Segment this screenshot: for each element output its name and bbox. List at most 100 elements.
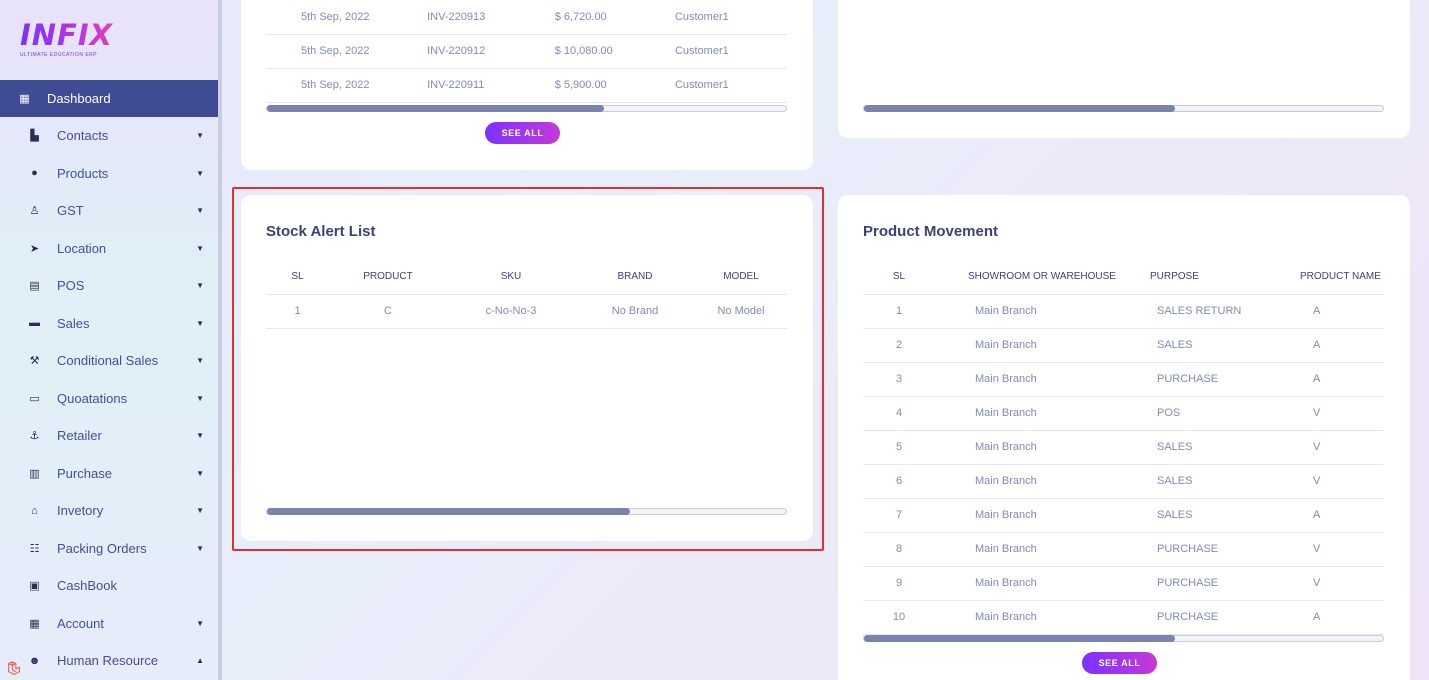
- sidebar-item-pos[interactable]: ▤ POS ▼: [0, 267, 218, 305]
- stock-alert-cell-model: No Model: [717, 305, 765, 317]
- sidebar-item-retailer[interactable]: ⚓ Retailer ▼: [0, 417, 218, 455]
- table-row[interactable]: 2 Main Branch SALES A: [863, 328, 1384, 362]
- top-right-scrollbar[interactable]: [863, 105, 1384, 112]
- table-row[interactable]: 5th Sep, 2022 INV-220912 $ 10,080.00 Custom…: [266, 34, 787, 68]
- invoice-cell-date: 5th Sep, 2022: [301, 10, 370, 23]
- product-movement-col-header[interactable]: PRODUCT NAME: [1280, 260, 1384, 294]
- sidebar-item-conditional-sales[interactable]: ⚒ Conditional Sales ▼: [0, 342, 218, 380]
- sidebar-item-label: Retailer: [57, 428, 102, 444]
- top-right-card: [838, 0, 1410, 138]
- table-row[interactable]: 5th Sep, 2022 INV-220911 $ 5,900.00 Custome…: [266, 68, 787, 102]
- sidebar-item-contacts[interactable]: ▙ Contacts ▼: [0, 117, 218, 155]
- table-row[interactable]: 1 Cc-No-No-3 No Brand No Model: [266, 294, 787, 328]
- product-movement-cell-showroom: Main Branch: [975, 407, 1037, 419]
- table-row[interactable]: 8 Main Branch PURCHASE V: [863, 532, 1384, 566]
- table-row[interactable]: 10 Main Branch PURCHASE A: [863, 600, 1384, 634]
- caret-down-icon: ▼: [196, 506, 204, 516]
- product-movement-cell-sl: 4: [895, 407, 903, 419]
- product-movement-cell-purpose: SALES: [1157, 339, 1193, 351]
- product-movement-col-header[interactable]: SHOWROOM OR WAREHOUSE: [935, 260, 1140, 294]
- user-tie-icon: ♙: [29, 205, 40, 218]
- caret-down-icon: ▼: [196, 318, 204, 328]
- invoice-cell-amount: $ 10,080.00: [554, 45, 613, 57]
- caret-down-icon: ▼: [196, 243, 204, 253]
- table-row[interactable]: 9 Main Branch PURCHASE V: [863, 566, 1384, 600]
- product-movement-cell-sl: 1: [895, 305, 903, 317]
- laptop-icon: ▭: [29, 392, 40, 405]
- inbox-icon: ▬: [29, 317, 40, 330]
- product-movement-cell-product: V: [1313, 543, 1321, 555]
- product-movement-cell-purpose: PURCHASE: [1157, 577, 1219, 589]
- stock-alert-col-header[interactable]: MODEL: [695, 260, 787, 294]
- stock-alert-col-header[interactable]: SL: [266, 260, 329, 294]
- product-movement-cell-sl: 2: [895, 339, 903, 351]
- sidebar-item-cashbook[interactable]: ▣ CashBook: [0, 567, 218, 605]
- stock-alert-scrollbar-thumb[interactable]: [267, 508, 631, 515]
- caret-down-icon: ▼: [196, 468, 204, 478]
- product-movement-cell-showroom: Main Branch: [975, 339, 1037, 351]
- sidebar-item-gst[interactable]: ♙ GST ▼: [0, 192, 218, 230]
- product-movement-cell-showroom: Main Branch: [975, 305, 1037, 317]
- sidebar-item-invetory[interactable]: ⌂ Invetory ▼: [0, 492, 218, 530]
- table-row[interactable]: 4 Main Branch POS V: [863, 396, 1384, 430]
- table-row[interactable]: 5 Main Branch SALES V: [863, 430, 1384, 464]
- invoice-table: 5th Sep, 2022 INV-220913 $ 6,720.00 Custome…: [266, 0, 787, 103]
- product-movement-cell-showroom: Main Branch: [975, 577, 1037, 589]
- product-movement-col-header[interactable]: PURPOSE: [1140, 260, 1280, 294]
- logo-text: INFIX: [20, 20, 140, 50]
- sidebar-item-packing-orders[interactable]: ☷ Packing Orders ▼: [0, 530, 218, 568]
- invoice-see-all-button[interactable]: SEE ALL: [485, 122, 560, 144]
- caret-down-icon: ▼: [196, 543, 204, 553]
- caret-down-icon: ▼: [196, 281, 204, 291]
- sidebar-item-label: Dashboard: [47, 91, 111, 106]
- sidebar-item-label: Conditional Sales: [57, 353, 159, 369]
- table-row[interactable]: 6 Main Branch SALES V: [863, 464, 1384, 498]
- cash-register-icon: ▤: [29, 280, 40, 293]
- top-right-scrollbar-thumb[interactable]: [864, 105, 1176, 112]
- stock-alert-col-header[interactable]: SKU: [447, 260, 575, 294]
- product-movement-scrollbar[interactable]: [863, 635, 1384, 642]
- stock-alert-col-header[interactable]: BRAND: [575, 260, 695, 294]
- product-movement-col-header[interactable]: SL: [863, 260, 935, 294]
- product-movement-cell-product: V: [1313, 407, 1321, 419]
- table-row[interactable]: 5th Sep, 2022 INV-220913 $ 6,720.00 Custome…: [266, 0, 787, 34]
- laravel-icon: [8, 661, 20, 675]
- sidebar-item-location[interactable]: ➤ Location ▼: [0, 230, 218, 268]
- sidebar-item-sales[interactable]: ▬ Sales ▼: [0, 305, 218, 343]
- recent-invoices-card: 5th Sep, 2022 INV-220913 $ 6,720.00 Custome…: [241, 0, 813, 170]
- table-row[interactable]: 1 Main Branch SALES RETURN A: [863, 294, 1384, 328]
- users-icon: ☷: [29, 542, 40, 555]
- product-movement-cell-purpose: SALES: [1157, 509, 1193, 521]
- sidebar-item-label: GST: [57, 203, 84, 219]
- sidebar-item-purchase[interactable]: ▥ Purchase ▼: [0, 455, 218, 493]
- sidebar-item-account[interactable]: ▦ Account ▼: [0, 605, 218, 643]
- caret-down-icon: ▼: [196, 393, 204, 403]
- sidebar-item-products[interactable]: ● Products ▼: [0, 155, 218, 193]
- product-movement-cell-product: A: [1313, 509, 1321, 521]
- product-movement-card: Product Movement SL SHOWROOM OR WAREHOUSE…: [838, 195, 1410, 680]
- sidebar-item-human-resource[interactable]: ☻ Human Resource ▲: [0, 642, 218, 680]
- product-movement-scrollbar-thumb[interactable]: [864, 635, 1176, 642]
- sidebar-item-label: Location: [57, 240, 107, 256]
- user-group-icon: ☻: [28, 654, 41, 667]
- sidebar-item-dashboard[interactable]: ▦ Dashboard: [0, 80, 218, 117]
- invoice-cell-invoice: INV-220912: [427, 45, 486, 57]
- product-movement-cell-sl: 9: [895, 577, 903, 589]
- product-movement-cell-sl: 5: [895, 441, 903, 453]
- sidebar-item-quoatations[interactable]: ▭ Quoatations ▼: [0, 380, 218, 418]
- invoice-cell-date: 5th Sep, 2022: [301, 79, 370, 91]
- caret-down-icon: ▼: [196, 431, 204, 441]
- product-movement-cell-sl: 8: [895, 543, 903, 555]
- stock-alert-table: SL PRODUCT SKU BRAND MODEL 1 Cc-No-No-3 No Bra…: [266, 260, 787, 329]
- table-row[interactable]: 3 Main Branch PURCHASE A: [863, 362, 1384, 396]
- stock-alert-col-header[interactable]: PRODUCT: [329, 260, 447, 294]
- product-movement-see-all-button[interactable]: SEE ALL: [1082, 652, 1157, 674]
- table-row[interactable]: 7 Main Branch SALES A: [863, 498, 1384, 532]
- invoice-scrollbar-thumb[interactable]: [267, 105, 605, 112]
- invoice-scrollbar[interactable]: [266, 105, 787, 112]
- product-movement-cell-purpose: POS: [1157, 407, 1181, 419]
- sidebar-item-label: Contacts: [57, 128, 109, 144]
- stock-alert-scrollbar[interactable]: [266, 508, 787, 515]
- app-logo[interactable]: INFIX ULTIMATE EDUCATION ERP: [20, 20, 140, 62]
- product-movement-cell-purpose: PURCHASE: [1157, 543, 1219, 555]
